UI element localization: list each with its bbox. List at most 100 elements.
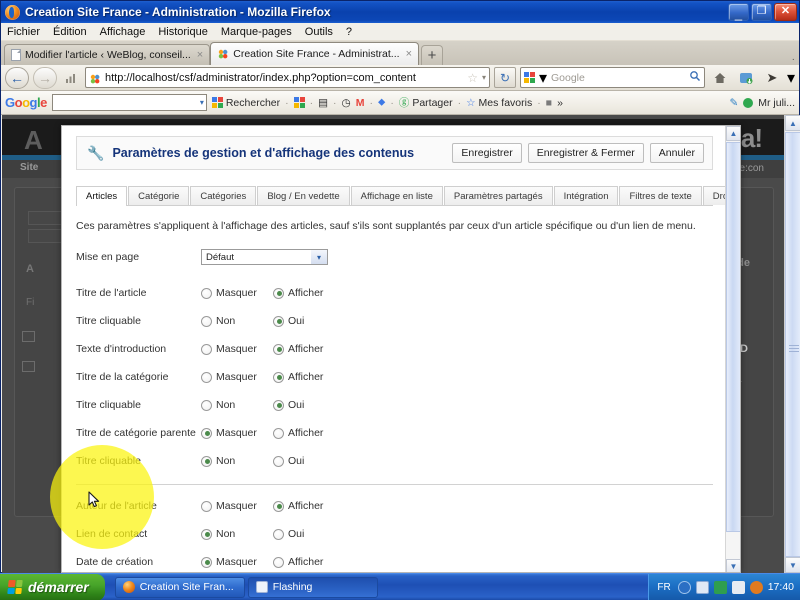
radio-icon[interactable] (201, 287, 212, 299)
radio-option-oui[interactable]: Oui (273, 315, 304, 327)
radio-option-masquer[interactable]: Masquer (201, 500, 273, 512)
radio-option-masquer[interactable]: Masquer (201, 427, 273, 439)
radio-icon-selected[interactable] (273, 399, 284, 411)
speaker-icon[interactable] (677, 580, 691, 594)
google-favorites-button[interactable]: ☆ Mes favoris (466, 97, 532, 109)
browser-tab-weblog[interactable]: Modifier l'article ‹ WeBlog, conseil... … (4, 44, 211, 65)
layout-select[interactable]: Défaut ▾ (201, 249, 328, 265)
history-icon[interactable] (61, 68, 81, 88)
menu-marque-pages[interactable]: Marque-pages (221, 26, 292, 38)
google-account-label[interactable]: Mr juli... (758, 97, 795, 109)
tab-integration[interactable]: Intégration (553, 186, 619, 205)
radio-icon[interactable] (201, 500, 212, 512)
chevron-down-icon[interactable]: ▾ (539, 68, 547, 88)
antivirus-icon[interactable] (731, 580, 745, 594)
radio-icon[interactable] (201, 399, 212, 411)
google-apps-icon[interactable] (293, 97, 305, 108)
search-icon[interactable] (689, 70, 701, 85)
language-indicator[interactable]: FR (657, 582, 670, 593)
scrollbar-thumb[interactable] (785, 132, 800, 557)
chevron-down-icon[interactable]: ▾ (482, 73, 486, 82)
google-more-icon[interactable]: » (557, 97, 563, 109)
menu-historique[interactable]: Historique (158, 26, 208, 38)
window-icon[interactable] (695, 580, 709, 594)
menu-edition[interactable]: Édition (53, 26, 87, 38)
tab-list-icon[interactable]: · (792, 54, 795, 65)
clock[interactable]: 17:40 (768, 581, 794, 593)
radio-option-afficher[interactable]: Afficher (273, 500, 323, 512)
reload-button[interactable]: ↻ (493, 67, 516, 88)
doc-icon[interactable]: ▤ (318, 97, 328, 109)
radio-option-afficher[interactable]: Afficher (273, 343, 323, 355)
addon-icon[interactable]: ➤ (761, 67, 783, 89)
scroll-down-button[interactable]: ▼ (785, 557, 800, 573)
close-icon[interactable]: × (406, 48, 412, 60)
radio-icon[interactable] (201, 371, 212, 383)
tab-articles[interactable]: Articles (76, 186, 128, 206)
radio-option-masquer[interactable]: Masquer (201, 556, 273, 568)
back-button[interactable]: ← (5, 66, 29, 89)
google-search-button[interactable]: Rechercher (211, 97, 280, 109)
tab-categories[interactable]: Catégories (190, 186, 257, 205)
save-close-button[interactable]: Enregistrer & Fermer (527, 143, 644, 163)
start-button[interactable]: démarrer (0, 573, 105, 600)
radio-option-afficher[interactable]: Afficher (273, 556, 323, 568)
sync-icon[interactable] (735, 67, 757, 89)
radio-icon[interactable] (201, 315, 212, 327)
drop-icon[interactable]: ⬥ (378, 96, 385, 109)
radio-option-masquer[interactable]: Masquer (201, 371, 273, 383)
save-button[interactable]: Enregistrer (452, 143, 522, 163)
scrollbar-thumb[interactable] (726, 142, 740, 532)
box-icon[interactable]: ■ (546, 97, 552, 109)
pen-icon[interactable]: ✎ (729, 97, 738, 109)
menu-fichier[interactable]: Fichier (7, 26, 40, 38)
radio-option-non[interactable]: Non (201, 399, 273, 411)
radio-option-non[interactable]: Non (201, 315, 273, 327)
browser-tab-creation-site[interactable]: Creation Site France - Administrat... × (210, 42, 419, 65)
close-button[interactable]: ✕ (774, 3, 797, 21)
radio-option-afficher[interactable]: Afficher (273, 287, 323, 299)
chevron-down-icon[interactable]: ▾ (787, 68, 795, 88)
radio-option-masquer[interactable]: Masquer (201, 287, 273, 299)
update-icon[interactable] (713, 580, 727, 594)
radio-icon-selected[interactable] (273, 500, 284, 512)
radio-icon[interactable] (273, 455, 284, 467)
cancel-button[interactable]: Annuler (649, 143, 704, 163)
forward-button[interactable]: → (33, 66, 57, 89)
radio-option-masquer[interactable]: Masquer (201, 343, 273, 355)
scroll-down-button[interactable]: ▼ (726, 559, 740, 572)
tab-parametres-partages[interactable]: Paramètres partagés (443, 186, 553, 205)
radio-option-oui[interactable]: Oui (273, 455, 304, 467)
google-search-input[interactable]: ▾ (51, 94, 207, 111)
scroll-up-button[interactable]: ▲ (785, 115, 800, 131)
radio-icon-selected[interactable] (273, 343, 284, 355)
radio-icon[interactable] (201, 343, 212, 355)
tab-categorie[interactable]: Catégorie (128, 186, 190, 205)
home-button[interactable] (709, 67, 731, 89)
menu-outils[interactable]: Outils (305, 26, 333, 38)
modal-scrollbar[interactable]: ▲ ▼ (725, 126, 740, 572)
chevron-down-icon[interactable]: ▾ (200, 98, 204, 107)
radio-option-non[interactable]: Non (201, 455, 273, 467)
radio-icon-selected[interactable] (273, 287, 284, 299)
new-tab-button[interactable]: + (421, 45, 443, 65)
minimize-button[interactable]: _ (728, 3, 749, 21)
radio-icon[interactable] (273, 528, 284, 540)
radio-icon[interactable] (273, 556, 284, 568)
radio-icon-selected[interactable] (201, 427, 212, 439)
radio-icon-selected[interactable] (273, 315, 284, 327)
radio-icon-selected[interactable] (201, 455, 212, 467)
taskbar-item-firefox[interactable]: Creation Site Fran... (114, 576, 245, 598)
tab-blog-en-vedette[interactable]: Blog / En vedette (257, 186, 350, 205)
radio-icon-selected[interactable] (273, 371, 284, 383)
gmail-icon[interactable]: M (356, 97, 365, 109)
radio-option-oui[interactable]: Oui (273, 399, 304, 411)
radio-icon-selected[interactable] (201, 528, 212, 540)
radio-option-afficher[interactable]: Afficher (273, 427, 323, 439)
radio-option-non[interactable]: Non (201, 528, 273, 540)
radio-option-afficher[interactable]: Afficher (273, 371, 323, 383)
radio-icon-selected[interactable] (201, 556, 212, 568)
tab-filtres-de-texte[interactable]: Filtres de texte (619, 186, 702, 205)
clock-icon[interactable]: ◷ (342, 97, 351, 109)
shield-icon[interactable] (749, 580, 763, 594)
